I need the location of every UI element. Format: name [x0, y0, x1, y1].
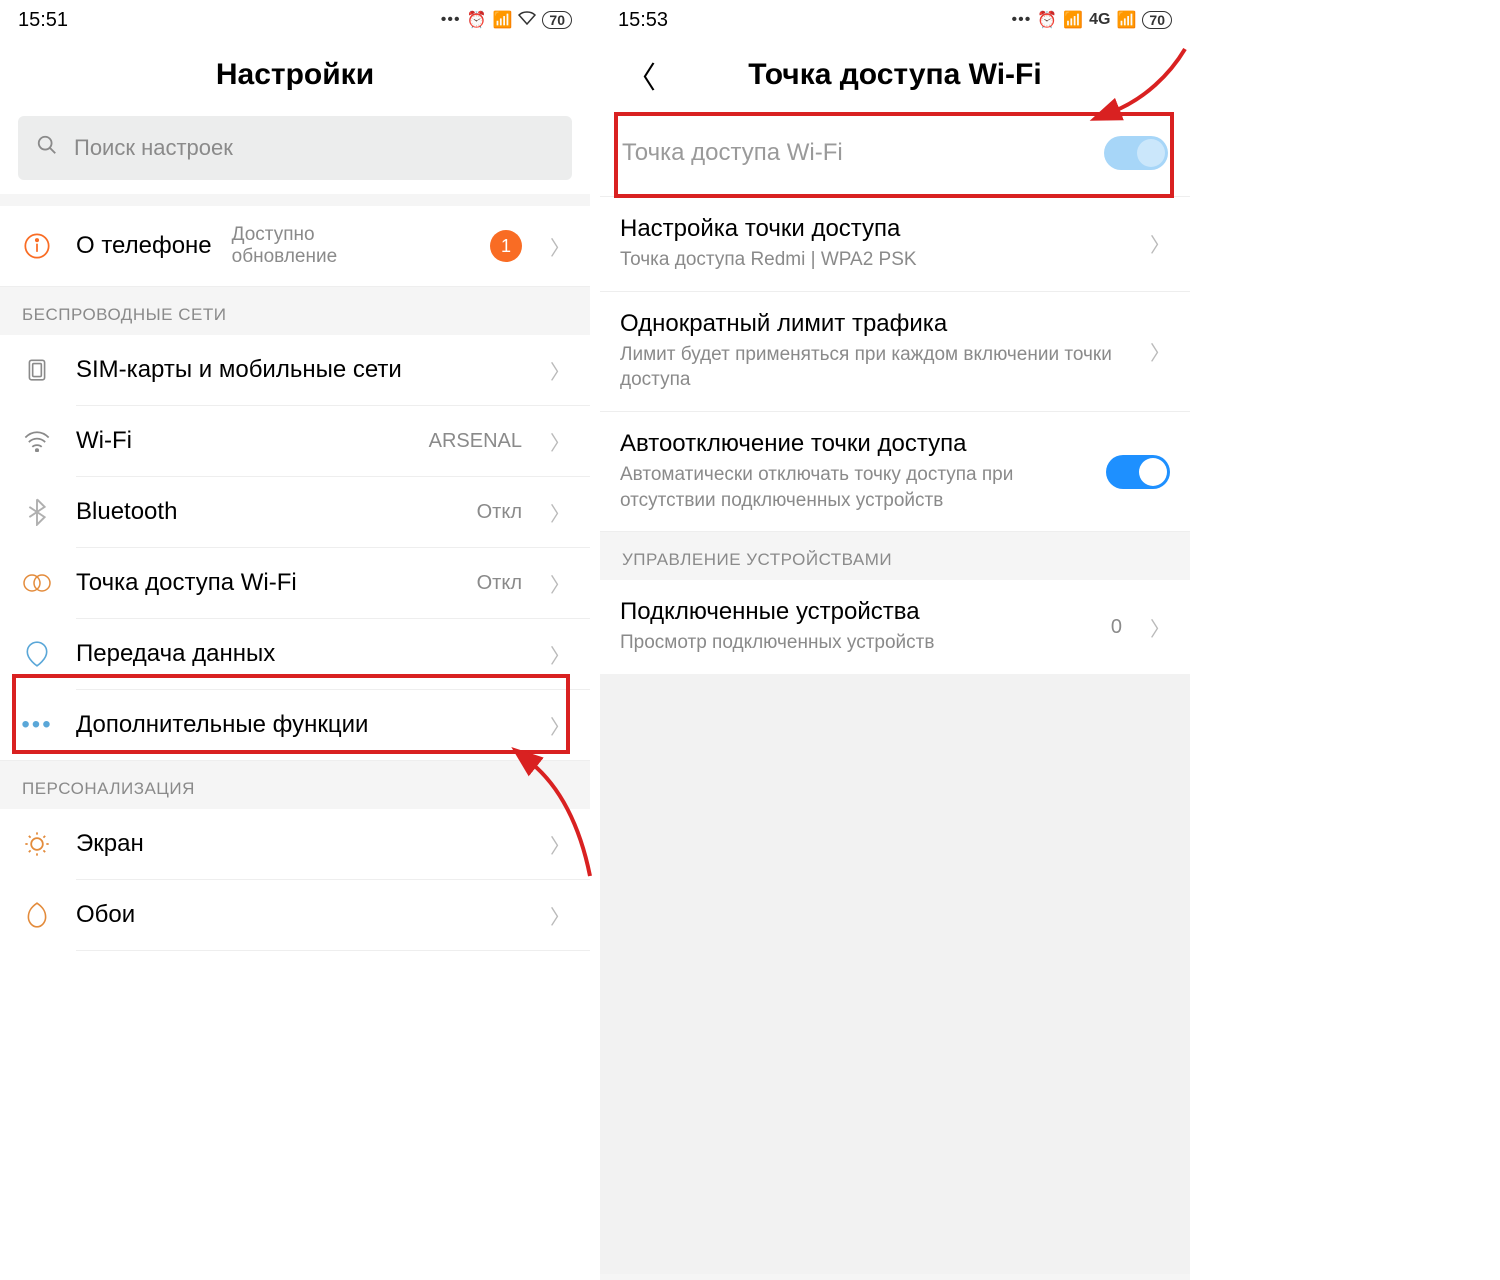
alarm-icon: ⏰ — [1037, 10, 1057, 30]
setup-label: Настройка точки доступа — [620, 215, 1128, 243]
alarm-icon: ⏰ — [467, 10, 487, 30]
search-input[interactable]: Поиск настроек — [18, 116, 572, 180]
bluetooth-icon — [20, 495, 54, 529]
sim-icon — [20, 353, 54, 387]
chevron-right-icon: 〉 — [550, 498, 570, 527]
divider — [76, 950, 590, 951]
chevron-right-icon: 〉 — [1150, 613, 1170, 642]
row-auto-off[interactable]: Автоотключение точки доступа Автоматичес… — [600, 412, 1190, 531]
wifi-value: ARSENAL — [429, 430, 522, 453]
battery-indicator: 70 — [1142, 11, 1172, 29]
title-bar: 〈 Точка доступа Wi-Fi — [600, 40, 1190, 110]
chevron-right-icon: 〉 — [550, 640, 570, 669]
chevron-right-icon: 〉 — [550, 569, 570, 598]
page-title: Точка доступа Wi-Fi — [748, 58, 1041, 92]
chevron-right-icon: 〉 — [550, 356, 570, 385]
status-dots-icon: ••• — [441, 11, 461, 29]
section-gap — [0, 194, 590, 206]
page-title: Настройки — [216, 58, 374, 92]
wallpaper-label: Обои — [76, 901, 528, 929]
hotspot-toggle-label: Точка доступа Wi-Fi — [622, 139, 843, 167]
more-icon: ••• — [20, 708, 54, 742]
empty-area — [600, 674, 1190, 1274]
wifi-label: Wi-Fi — [76, 427, 407, 455]
row-wallpaper[interactable]: Обои 〉 — [0, 880, 590, 950]
row-display[interactable]: Экран 〉 — [0, 809, 590, 879]
section-wireless: БЕСПРОВОДНЫЕ СЕТИ — [0, 286, 590, 335]
network-type: 4G — [1089, 11, 1110, 29]
chevron-right-icon: 〉 — [550, 830, 570, 859]
more-label: Дополнительные функции — [76, 711, 528, 739]
bluetooth-label: Bluetooth — [76, 498, 455, 526]
row-hotspot-toggle[interactable]: Точка доступа Wi-Fi — [600, 110, 1190, 196]
screenshot-left-settings: 15:51 ••• ⏰ 📶 70 Настройки Поиск настрое… — [0, 0, 590, 1280]
screenshot-right-hotspot: 15:53 ••• ⏰ 📶 4G 📶 70 〈 Точка доступа Wi… — [600, 0, 1190, 1280]
status-time: 15:51 — [18, 9, 68, 32]
chevron-right-icon: 〉 — [1150, 229, 1170, 258]
search-icon — [36, 134, 58, 162]
chevron-right-icon: 〉 — [550, 232, 570, 261]
connected-label: Подключенные устройства — [620, 598, 1089, 626]
hotspot-label: Точка доступа Wi-Fi — [76, 569, 455, 597]
about-sub2: обновление — [232, 246, 338, 268]
section-personalization: ПЕРСОНАЛИЗАЦИЯ — [0, 760, 590, 809]
status-bar: 15:53 ••• ⏰ 📶 4G 📶 70 — [600, 0, 1190, 40]
display-label: Экран — [76, 830, 528, 858]
auto-off-toggle[interactable] — [1106, 455, 1170, 489]
chevron-right-icon: 〉 — [550, 711, 570, 740]
wifi-icon — [518, 11, 536, 30]
bluetooth-value: Откл — [477, 501, 522, 524]
autooff-label: Автоотключение точки доступа — [620, 430, 1084, 458]
wifi-icon — [20, 424, 54, 458]
row-about-phone[interactable]: О телефоне Доступно обновление 1 〉 — [0, 206, 590, 286]
hotspot-value: Откл — [477, 572, 522, 595]
data-icon — [20, 637, 54, 671]
row-connected-devices[interactable]: Подключенные устройства Просмотр подключ… — [600, 580, 1190, 674]
data-label: Передача данных — [76, 640, 528, 668]
connected-sub: Просмотр подключенных устройств — [620, 630, 1089, 656]
row-more[interactable]: ••• Дополнительные функции 〉 — [0, 690, 590, 760]
display-icon — [20, 827, 54, 861]
row-data-usage[interactable]: Передача данных 〉 — [0, 619, 590, 689]
wallpaper-icon — [20, 898, 54, 932]
row-hotspot[interactable]: Точка доступа Wi-Fi Откл 〉 — [0, 548, 590, 618]
signal-icon: 📶 — [493, 10, 513, 30]
chevron-right-icon: 〉 — [550, 901, 570, 930]
about-label: О телефоне — [76, 232, 212, 260]
battery-indicator: 70 — [542, 11, 572, 29]
update-badge: 1 — [490, 230, 522, 262]
status-dots-icon: ••• — [1012, 11, 1032, 29]
hotspot-icon — [20, 566, 54, 600]
chevron-right-icon: 〉 — [1150, 337, 1170, 366]
status-time: 15:53 — [618, 9, 668, 32]
chevron-right-icon: 〉 — [550, 427, 570, 456]
row-sim[interactable]: SIM-карты и мобильные сети 〉 — [0, 335, 590, 405]
title-bar: Настройки — [0, 40, 590, 110]
sim-label: SIM-карты и мобильные сети — [76, 356, 528, 384]
setup-sub: Точка доступа Redmi | WPA2 PSK — [620, 247, 1128, 273]
row-traffic-limit[interactable]: Однократный лимит трафика Лимит будет пр… — [600, 292, 1190, 411]
hotspot-toggle[interactable] — [1104, 136, 1168, 170]
limit-sub: Лимит будет применяться при каждом включ… — [620, 342, 1128, 393]
signal-icon: 📶 — [1063, 10, 1083, 30]
back-button[interactable]: 〈 — [620, 47, 662, 103]
autooff-sub: Автоматически отключать точку доступа пр… — [620, 462, 1084, 513]
row-hotspot-setup[interactable]: Настройка точки доступа Точка доступа Re… — [600, 197, 1190, 291]
status-right: ••• ⏰ 📶 70 — [441, 10, 572, 30]
row-bluetooth[interactable]: Bluetooth Откл 〉 — [0, 477, 590, 547]
connected-count: 0 — [1111, 616, 1122, 639]
search-placeholder: Поиск настроек — [74, 135, 233, 161]
status-bar: 15:51 ••• ⏰ 📶 70 — [0, 0, 590, 40]
signal2-icon: 📶 — [1117, 10, 1137, 30]
section-devices: УПРАВЛЕНИЕ УСТРОЙСТВАМИ — [600, 531, 1190, 580]
status-right: ••• ⏰ 📶 4G 📶 70 — [1012, 10, 1173, 30]
about-sub1: Доступно — [232, 224, 338, 246]
row-wifi[interactable]: Wi-Fi ARSENAL 〉 — [0, 406, 590, 476]
limit-label: Однократный лимит трафика — [620, 310, 1128, 338]
info-icon — [20, 229, 54, 263]
